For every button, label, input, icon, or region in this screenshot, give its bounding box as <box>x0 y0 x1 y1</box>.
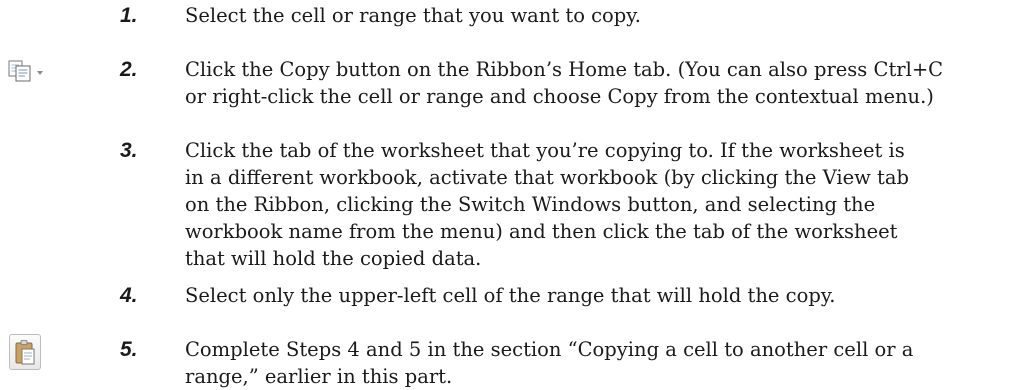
step-number: 4. <box>120 284 138 307</box>
step-number: 5. <box>120 338 138 361</box>
step-text: Click the tab of the worksheet that you’… <box>185 139 909 270</box>
step-text: Complete Steps 4 and 5 in the section “C… <box>185 338 914 388</box>
step-text: Click the Copy button on the Ribbon’s Ho… <box>185 58 944 108</box>
step-text: Select the cell or range that you want t… <box>185 4 641 27</box>
step-number: 3. <box>120 139 138 162</box>
step-number: 2. <box>120 58 138 81</box>
step-number: 1. <box>120 4 138 27</box>
step-text: Select only the upper-left cell of the r… <box>185 284 836 307</box>
paste-icon <box>9 334 41 370</box>
copy-icon <box>8 58 118 84</box>
